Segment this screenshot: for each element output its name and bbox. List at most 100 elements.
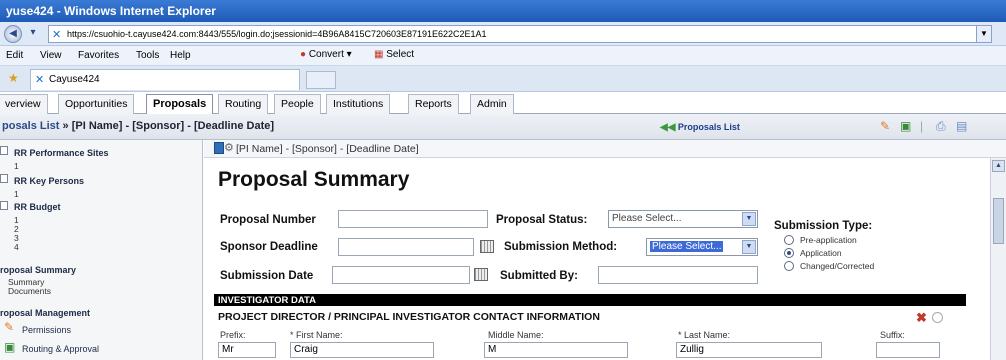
separator-icon: | [920,119,924,133]
submission-type-title: Submission Type: [774,220,873,232]
address-row: ◀ ▾ ✕ https://csuohio-t.cayuse424.com:84… [0,22,1006,46]
menu-favorites[interactable]: Favorites [78,50,119,61]
sidebar-section-proposal-management: roposal Management [0,308,91,318]
convert-button[interactable]: ● Convert ▾ [300,49,352,60]
prefix-input[interactable]: Mr [218,342,276,358]
prefix-label: Prefix: [220,330,246,340]
menu-tools[interactable]: Tools [136,50,159,61]
tab-admin[interactable]: Admin [470,94,514,114]
sidebar-item-rr-performance-sites[interactable]: RR Performance Sites [14,148,109,158]
address-url: https://csuohio-t.cayuse424.com:8443/555… [67,29,487,39]
checkbox-rr-performance-sites[interactable] [0,146,8,155]
delete-icon[interactable]: ✖ [916,310,927,326]
sponsor-deadline-label: Sponsor Deadline [220,241,318,253]
routing-approval-icon: ▣ [4,340,16,354]
checkbox-rr-key-persons[interactable] [0,174,8,183]
tab-reports[interactable]: Reports [408,94,459,114]
checkbox-rr-budget[interactable] [0,201,8,210]
select-icon: ▦ [374,49,384,60]
proposal-number-input[interactable] [338,210,488,228]
history-dropdown-icon[interactable]: ▾ [26,25,40,43]
radio-application[interactable] [784,248,794,258]
tab-routing[interactable]: Routing [218,94,269,114]
validate-icon[interactable]: ▣ [900,119,911,133]
middle-name-label: Middle Name: [488,330,544,340]
sidebar: RR Performance Sites 1 RR Key Persons 1 … [0,140,203,360]
print-icon[interactable]: ⎙ [936,119,946,134]
edit-icon[interactable]: ✎ [880,119,890,133]
sidebar-link-permissions[interactable]: Permissions [22,325,71,335]
suffix-input[interactable] [876,342,940,358]
sidebar-subitem[interactable]: 4 [14,242,19,252]
radio-label-changed-corrected: Changed/Corrected [800,261,875,271]
address-bar[interactable]: ✕ https://csuohio-t.cayuse424.com:8443/5… [48,25,978,43]
back-button[interactable]: ◀ [4,25,22,43]
first-name-label: * First Name: [290,330,343,340]
content-header: ⚙ [PI Name] - [Sponsor] - [Deadline Date… [204,140,1006,158]
status-circle-icon [932,312,943,323]
browser-tab-label: Cayuse424 [49,74,100,85]
investigator-data-bar: INVESTIGATOR DATA [214,294,966,306]
document-icon [214,142,224,154]
menu-view[interactable]: View [40,50,62,61]
site-icon: ✕ [52,29,62,41]
tab-opportunities[interactable]: Opportunities [58,94,135,114]
pd-pi-section-title: PROJECT DIRECTOR / PRINCIPAL INVESTIGATO… [218,311,600,323]
sidebar-item-rr-key-persons[interactable]: RR Key Persons [14,176,84,186]
breadcrumb: posals List » [PI Name] - [Sponsor] - [D… [2,120,275,132]
radio-pre-application[interactable] [784,235,794,245]
new-tab-button[interactable] [306,71,336,89]
window-title: yuse424 - Windows Internet Explorer [0,0,1006,22]
tab-site-icon: ✕ [35,74,45,86]
proposal-number-label: Proposal Number [220,214,316,226]
tab-overview[interactable]: verview [0,94,48,114]
last-name-input[interactable]: Zullig [676,342,822,358]
proposal-status-select[interactable]: Please Select... ▼ [608,210,758,228]
chevron-down-icon: ▼ [742,240,756,254]
radio-label-pre-application: Pre-application [800,235,857,245]
last-name-label: * Last Name: [678,330,731,340]
scroll-up-icon[interactable]: ▲ [992,160,1005,172]
save-icon[interactable]: ▤ [956,119,967,133]
submitted-by-input[interactable] [598,266,758,284]
scroll-thumb[interactable] [993,198,1004,244]
convert-icon: ● [300,49,307,60]
permissions-icon: ✎ [4,320,15,334]
browser-tab-cayuse[interactable]: ✕ Cayuse424 [30,69,300,90]
menu-help[interactable]: Help [170,50,191,61]
tab-institutions[interactable]: Institutions [326,94,391,114]
tab-proposals[interactable]: Proposals [146,94,214,114]
menu-bar: Edit View Favorites Tools Help ● Convert… [0,46,1006,66]
submitted-by-label: Submitted By: [500,270,578,282]
content-header-title: [PI Name] - [Sponsor] - [Deadline Date] [236,143,419,155]
sponsor-deadline-input[interactable] [338,238,474,256]
sidebar-subitem[interactable]: 1 [14,161,19,171]
submission-method-select[interactable]: Please Select... ▼ [646,238,758,256]
sidebar-section-proposal-summary: roposal Summary [0,265,77,275]
middle-name-input[interactable]: M [484,342,628,358]
app-nav-tabs: verview Opportunities Proposals Routing … [0,92,1006,114]
first-name-input[interactable]: Craig [290,342,434,358]
content-scrollbar[interactable]: ▲ [990,158,1006,360]
proposal-status-label: Proposal Status: [496,214,588,226]
menu-edit[interactable]: Edit [6,50,23,61]
address-dropdown-icon[interactable]: ▼ [976,25,992,43]
radio-changed-corrected[interactable] [784,261,794,271]
submission-date-label: Submission Date [220,270,314,282]
favorites-star-icon[interactable]: ★ [8,71,19,85]
submission-method-label: Submission Method: [504,241,618,253]
calendar-icon[interactable] [474,268,488,281]
tab-people[interactable]: People [274,94,321,114]
proposals-list-link[interactable]: ◀◀ Proposals List [660,122,740,133]
sidebar-item-rr-budget[interactable]: RR Budget [14,202,61,212]
breadcrumb-proposals-list[interactable]: posals List [2,120,59,132]
breadcrumb-current: [PI Name] - [Sponsor] - [Deadline Date] [71,120,275,132]
sidebar-link-documents[interactable]: Documents [8,286,51,296]
radio-label-application: Application [800,248,842,258]
submission-date-input[interactable] [332,266,470,284]
suffix-label: Suffix: [880,330,905,340]
calendar-icon[interactable] [480,240,494,253]
select-button[interactable]: ▦ Select [374,49,414,60]
sidebar-link-routing-approval[interactable]: Routing & Approval [22,344,99,354]
sidebar-subitem[interactable]: 1 [14,189,19,199]
